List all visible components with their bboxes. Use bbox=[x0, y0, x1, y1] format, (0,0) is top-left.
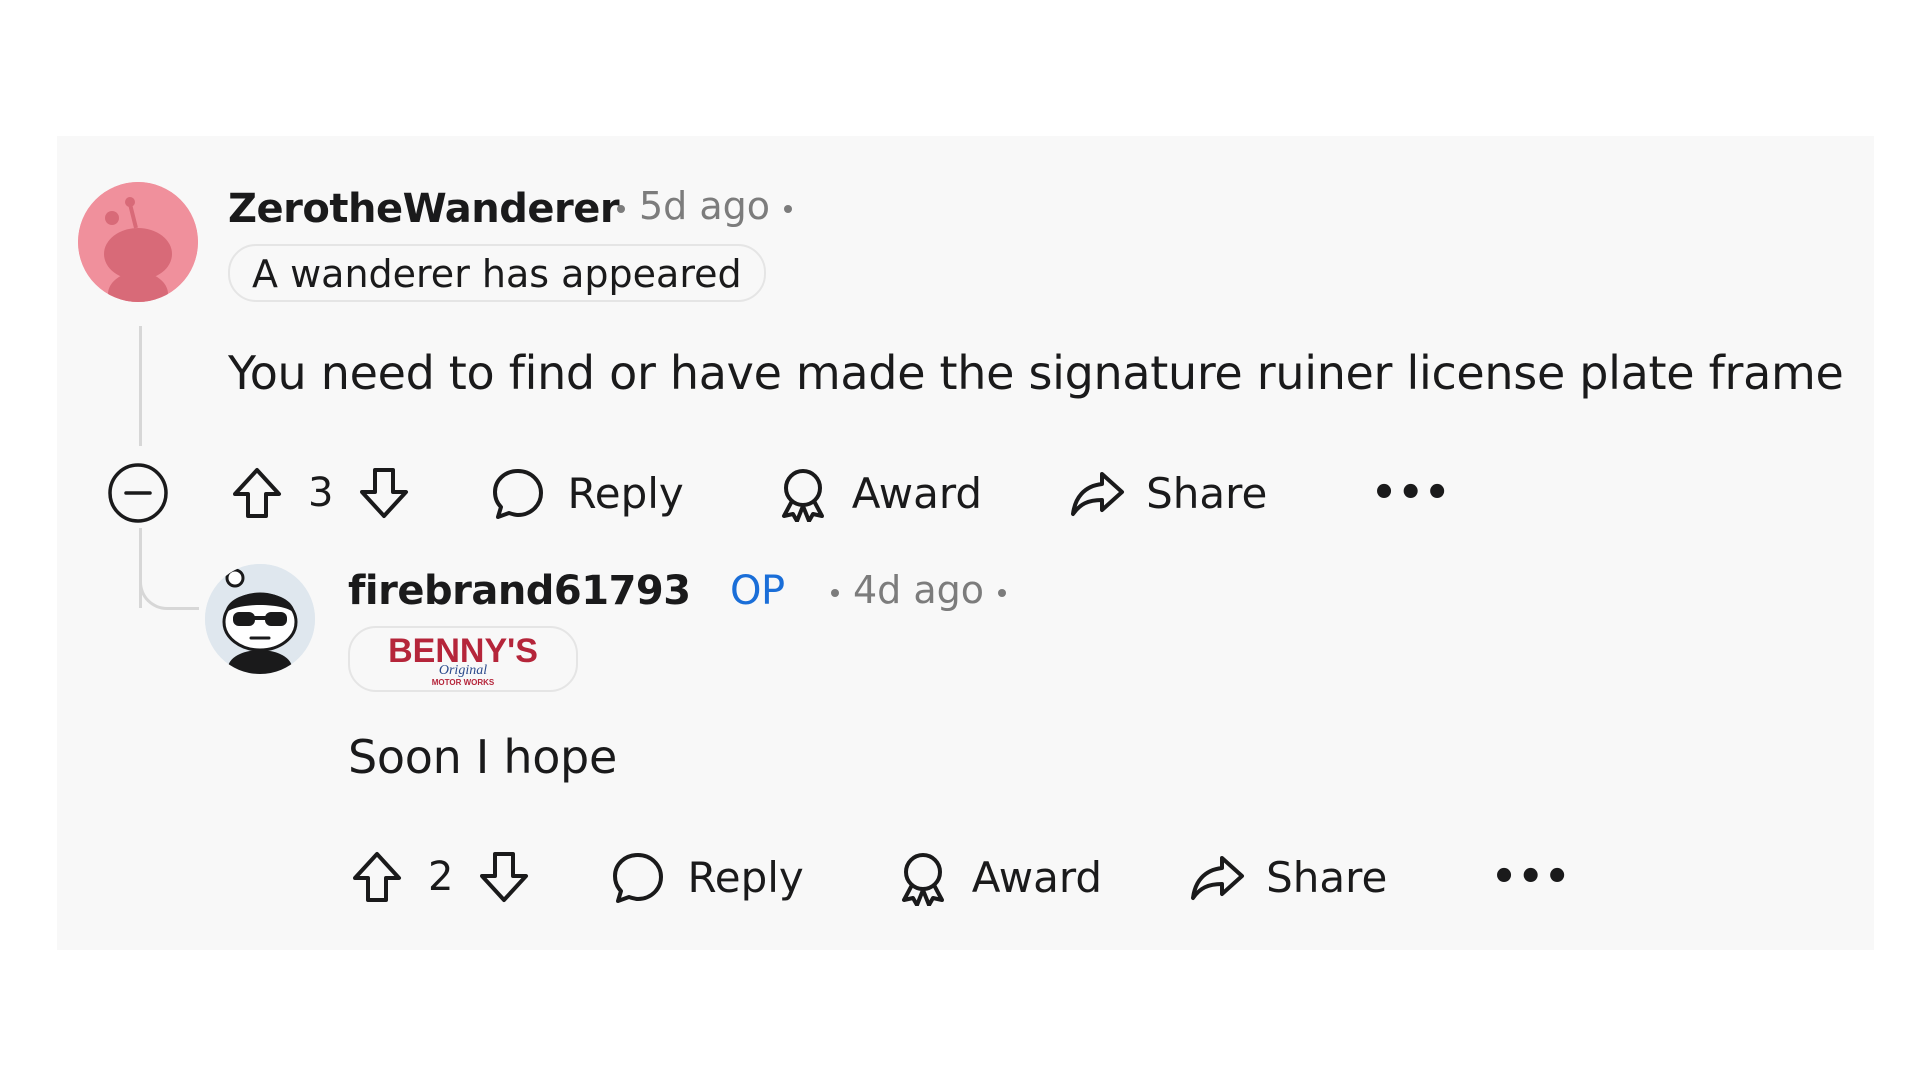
snoo-avatar-icon bbox=[205, 564, 315, 674]
upvote-icon bbox=[233, 468, 281, 518]
share-button[interactable]: Share bbox=[1068, 464, 1267, 522]
flair-logo-subtitle: Original bbox=[439, 663, 487, 678]
comment-username[interactable]: ZerotheWanderer bbox=[228, 186, 620, 232]
downvote-button[interactable] bbox=[355, 464, 413, 522]
downvote-icon bbox=[360, 468, 409, 518]
comment-username: firebrand61793 OP bbox=[348, 568, 785, 614]
comment-meta: 4d ago bbox=[831, 568, 1020, 612]
reply-button[interactable]: Reply bbox=[609, 848, 804, 906]
comment-body: Soon I hope bbox=[348, 730, 617, 784]
reply-username[interactable]: firebrand61793 bbox=[348, 568, 691, 614]
avatar[interactable] bbox=[78, 182, 198, 302]
flair-text: A wanderer has appeared bbox=[252, 252, 742, 296]
separator-dot bbox=[784, 204, 793, 213]
comment-timestamp[interactable]: 5d ago bbox=[639, 184, 770, 228]
comment-timestamp[interactable]: 4d ago bbox=[853, 568, 984, 612]
award-label: Award bbox=[851, 468, 983, 518]
award-button[interactable]: Award bbox=[894, 848, 1102, 906]
separator-dot bbox=[831, 588, 839, 597]
reply-button[interactable]: Reply bbox=[489, 464, 684, 522]
collapse-thread-button[interactable] bbox=[107, 462, 169, 524]
comment-actions: 2 Reply Award Share ••• bbox=[348, 847, 1571, 907]
comment-actions: 3 Reply Award Share ••• bbox=[228, 463, 1451, 523]
upvote-button[interactable] bbox=[228, 464, 286, 522]
reply-label: Reply bbox=[687, 852, 804, 902]
thread-connector bbox=[139, 536, 199, 610]
vote-count: 3 bbox=[308, 470, 334, 516]
share-label: Share bbox=[1146, 468, 1268, 518]
upvote-icon bbox=[353, 852, 401, 902]
downvote-button[interactable] bbox=[475, 848, 533, 906]
award-icon bbox=[901, 853, 944, 906]
downvote-icon bbox=[480, 852, 529, 902]
more-options-button[interactable]: ••• bbox=[1491, 854, 1571, 900]
share-icon bbox=[1191, 856, 1245, 900]
share-button[interactable]: Share bbox=[1188, 848, 1387, 906]
avatar[interactable] bbox=[205, 564, 315, 674]
comment-thread: ZerotheWanderer 5d ago A wanderer has ap… bbox=[57, 136, 1874, 950]
comment-bubble-icon bbox=[493, 469, 544, 519]
comment-meta: 5d ago bbox=[617, 184, 806, 228]
flair-logo-small: MOTOR WORKS bbox=[432, 678, 495, 687]
comment-body: You need to find or have made the signat… bbox=[228, 346, 1844, 400]
user-flair: A wanderer has appeared bbox=[228, 244, 766, 302]
user-flair: BENNY'S Original MOTOR WORKS bbox=[348, 626, 578, 692]
collapse-icon bbox=[108, 463, 168, 523]
award-label: Award bbox=[971, 852, 1103, 902]
op-badge: OP bbox=[730, 568, 785, 614]
separator-dot bbox=[998, 588, 1007, 597]
award-button[interactable]: Award bbox=[774, 464, 982, 522]
reply-label: Reply bbox=[567, 468, 684, 518]
thread-line[interactable] bbox=[139, 326, 142, 446]
bennys-logo-icon: BENNY'S Original MOTOR WORKS bbox=[388, 632, 538, 687]
award-icon bbox=[781, 469, 824, 522]
comment-bubble-icon bbox=[613, 853, 664, 903]
share-icon bbox=[1071, 472, 1125, 516]
vote-count: 2 bbox=[428, 854, 454, 900]
separator-dot bbox=[617, 204, 625, 213]
share-label: Share bbox=[1266, 852, 1388, 902]
upvote-button[interactable] bbox=[348, 848, 406, 906]
more-options-button[interactable]: ••• bbox=[1371, 470, 1451, 516]
snoo-icon bbox=[78, 182, 198, 302]
